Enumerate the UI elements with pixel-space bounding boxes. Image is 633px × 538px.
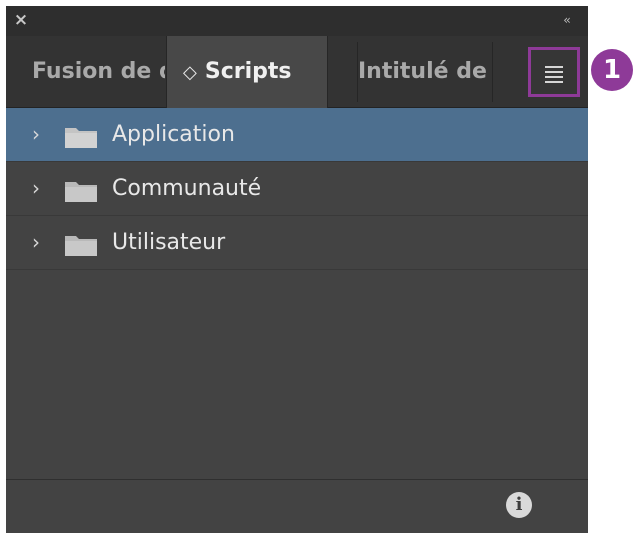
tab-label: Intitulé de script xyxy=(358,59,492,84)
folder-label: Communauté xyxy=(112,176,262,201)
tab-script-label[interactable]: Intitulé de script xyxy=(358,36,492,108)
panel-titlebar: × ‹‹ xyxy=(6,6,588,36)
folder-row-application[interactable]: › Application xyxy=(6,108,588,162)
folder-icon xyxy=(65,182,97,202)
folder-row-user[interactable]: › Utilisateur xyxy=(6,216,588,270)
folder-label: Utilisateur xyxy=(112,230,226,255)
collapse-panel-icon[interactable]: ‹‹ xyxy=(556,12,576,28)
scripts-folder-list: › Application › Communauté › Utilisateur xyxy=(6,108,588,270)
close-icon[interactable]: × xyxy=(12,11,30,29)
info-icon[interactable]: i xyxy=(506,492,532,518)
folder-row-community[interactable]: › Communauté xyxy=(6,162,588,216)
folder-icon xyxy=(65,236,97,256)
folder-icon xyxy=(65,128,97,148)
panel-footer: i xyxy=(6,479,588,533)
tab-scripts[interactable]: ◇ Scripts xyxy=(166,36,328,108)
tab-label: Scripts xyxy=(204,59,292,84)
scripts-panel: × ‹‹ Fusion de données ◇ Scripts Intitulé… xyxy=(6,6,588,533)
tab-reorder-icon: ◇ xyxy=(183,62,197,83)
tab-data-merge[interactable]: Fusion de données xyxy=(32,36,165,108)
chevron-right-icon[interactable]: › xyxy=(32,162,46,216)
tab-bar: Fusion de données ◇ Scripts Intitulé de s… xyxy=(6,36,588,108)
hamburger-menu-icon xyxy=(545,66,563,86)
chevron-right-icon[interactable]: › xyxy=(32,216,46,270)
tab-divider xyxy=(492,42,493,102)
tab-label: Fusion de données xyxy=(32,59,165,84)
chevron-right-icon[interactable]: › xyxy=(32,108,46,162)
callout-badge: 1 xyxy=(591,49,633,91)
folder-label: Application xyxy=(112,122,235,147)
panel-menu-button[interactable] xyxy=(528,47,580,97)
